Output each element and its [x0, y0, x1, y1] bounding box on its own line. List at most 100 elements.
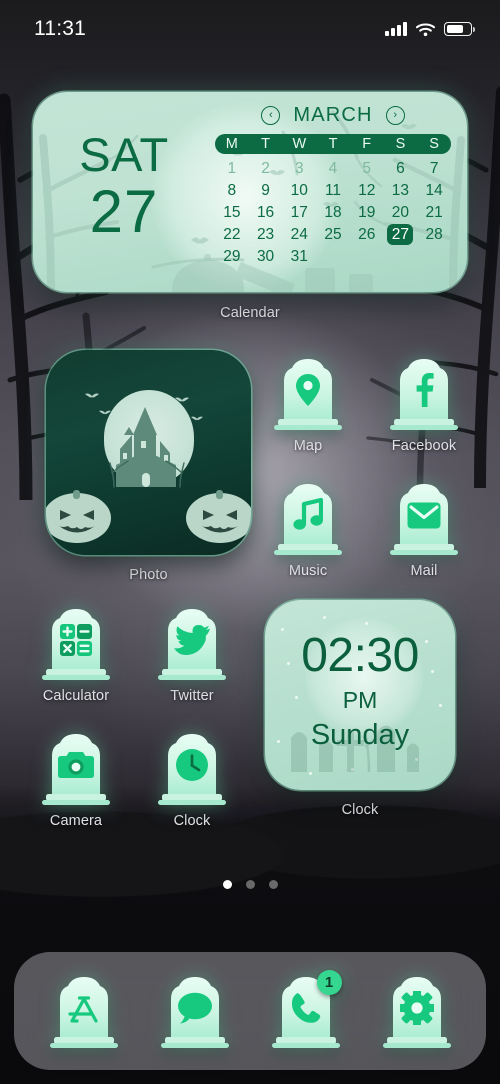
calendar-day[interactable]: 4	[316, 158, 350, 179]
facebook-icon	[388, 370, 460, 410]
page-dot-active[interactable]	[222, 880, 232, 889]
calendar-day-grid[interactable]: 1 2 3 4 5 6 7 8 9 10 11 12 13 14 15 16 17 18 19 20 21 22 23 24 2…	[215, 158, 451, 267]
calendar-day[interactable]: 30	[249, 246, 283, 267]
calendar-day[interactable]: 31	[282, 246, 316, 267]
calendar-day[interactable]: 11	[316, 180, 350, 201]
calendar-day-header: T	[261, 136, 270, 152]
camera-icon	[40, 745, 112, 785]
calendar-day[interactable]: 8	[215, 180, 249, 201]
calendar-day[interactable]: 16	[249, 202, 283, 223]
calendar-widget[interactable]: SAT 27 ‹ MARCH › MTWTFSS 1 2 3 4 5 6 7 8 9 10 11 12…	[33, 92, 467, 321]
calendar-day[interactable]: 18	[316, 202, 350, 223]
calendar-day[interactable]: 26	[350, 224, 384, 245]
tombstone-shape	[40, 730, 112, 806]
calendar-day-headers: MTWTFSS	[215, 134, 451, 154]
chevron-right-icon[interactable]: ›	[385, 106, 405, 125]
gear-icon	[381, 988, 453, 1028]
page-dot[interactable]	[268, 880, 278, 889]
calendar-day[interactable]: 9	[249, 180, 283, 201]
app-icon-music[interactable]: Music	[265, 480, 351, 579]
calendar-day[interactable]: 25	[316, 224, 350, 245]
calendar-day[interactable]: 14	[417, 180, 451, 201]
calendar-day[interactable]: 7	[417, 158, 451, 179]
calendar-day[interactable]: 19	[350, 202, 384, 223]
chevron-left-icon[interactable]: ‹	[261, 106, 281, 125]
clock-widget-label: Clock	[341, 802, 379, 818]
tombstone-shape	[272, 480, 344, 556]
app-icon-calculator[interactable]: Calculator	[33, 605, 119, 704]
tombstone-shape	[159, 973, 231, 1049]
dock-icon-settings[interactable]	[377, 973, 457, 1049]
calendar-day[interactable]: 20	[384, 202, 418, 223]
dock-icon-app-store[interactable]	[44, 973, 124, 1049]
calendar-day-header: T	[328, 136, 338, 152]
calendar-weekday: SAT	[79, 128, 169, 181]
app-icon-clock[interactable]: Clock	[149, 730, 235, 829]
tombstone-shape	[272, 355, 344, 431]
music-note-icon	[272, 495, 344, 535]
calculator-icon	[40, 620, 112, 660]
dock-icon-messages[interactable]	[155, 973, 235, 1049]
app-icon-facebook[interactable]: Facebook	[381, 355, 467, 454]
calendar-day[interactable]: 28	[417, 224, 451, 245]
photo-widget-label: Photo	[129, 567, 168, 583]
cellular-signal-icon	[385, 22, 407, 36]
analog-clock-icon	[156, 745, 228, 785]
calendar-day[interactable]: 1	[215, 158, 249, 179]
app-label: Music	[288, 563, 328, 579]
status-bar-indicators	[385, 22, 475, 37]
clock-widget-meridiem: PM	[342, 687, 378, 713]
pumpkin-graphic-left	[46, 484, 114, 549]
calendar-day-header: S	[429, 136, 439, 152]
battery-icon	[444, 22, 475, 36]
calendar-widget-card[interactable]: SAT 27 ‹ MARCH › MTWTFSS 1 2 3 4 5 6 7 8 9 10 11 12…	[33, 92, 467, 292]
status-bar-time: 11:31	[34, 17, 86, 40]
calendar-day[interactable]: 2	[249, 158, 283, 179]
dock: 1	[14, 952, 486, 1070]
app-label: Clock	[173, 813, 211, 829]
haunted-house-graphic	[109, 407, 185, 488]
pumpkin-graphic-right	[183, 484, 251, 549]
calendar-header: ‹ MARCH ›	[215, 104, 451, 127]
page-indicator[interactable]	[0, 880, 500, 889]
calendar-day[interactable]: 10	[282, 180, 316, 201]
calendar-day[interactable]: 6	[384, 158, 418, 179]
tombstone-shape: 1	[270, 970, 342, 1049]
calendar-day[interactable]: 29	[215, 246, 249, 267]
tombstone-shape	[156, 605, 228, 681]
page-dot[interactable]	[245, 880, 255, 889]
app-icon-camera[interactable]: Camera	[33, 730, 119, 829]
app-label: Camera	[49, 813, 103, 829]
tombstone-shape	[381, 973, 453, 1049]
calendar-day[interactable]: 24	[282, 224, 316, 245]
app-icon-mail[interactable]: Mail	[381, 480, 467, 579]
app-label: Twitter	[170, 688, 214, 704]
calendar-day-header: F	[362, 136, 372, 152]
calendar-day[interactable]: 21	[417, 202, 451, 223]
calendar-day[interactable]: 15	[215, 202, 249, 223]
calendar-day[interactable]: 23	[249, 224, 283, 245]
calendar-day-header: W	[292, 136, 307, 152]
twitter-bird-icon	[156, 620, 228, 660]
calendar-day[interactable]: 12	[350, 180, 384, 201]
calendar-date-block: SAT 27	[33, 92, 215, 292]
calendar-day-today[interactable]: 27	[387, 224, 414, 245]
calendar-day[interactable]: 5	[350, 158, 384, 179]
clock-widget[interactable]: 02:30 PM Sunday Clock	[265, 600, 455, 818]
app-icon-map[interactable]: Map	[265, 355, 351, 454]
tombstone-shape	[40, 605, 112, 681]
app-label: Mail	[410, 563, 438, 579]
calendar-day[interactable]: 13	[384, 180, 418, 201]
app-icon-twitter[interactable]: Twitter	[149, 605, 235, 704]
calendar-day[interactable]: 17	[282, 202, 316, 223]
photo-widget[interactable]: Photo	[46, 350, 251, 583]
tombstone-shape	[388, 480, 460, 556]
app-label: Map	[293, 438, 323, 454]
app-store-icon	[48, 988, 120, 1028]
clock-widget-card[interactable]: 02:30 PM Sunday	[265, 600, 455, 790]
calendar-day-header: S	[395, 136, 406, 152]
calendar-day[interactable]: 22	[215, 224, 249, 245]
calendar-day[interactable]: 3	[282, 158, 316, 179]
photo-widget-card[interactable]	[46, 350, 251, 555]
dock-icon-phone[interactable]: 1	[266, 970, 346, 1049]
